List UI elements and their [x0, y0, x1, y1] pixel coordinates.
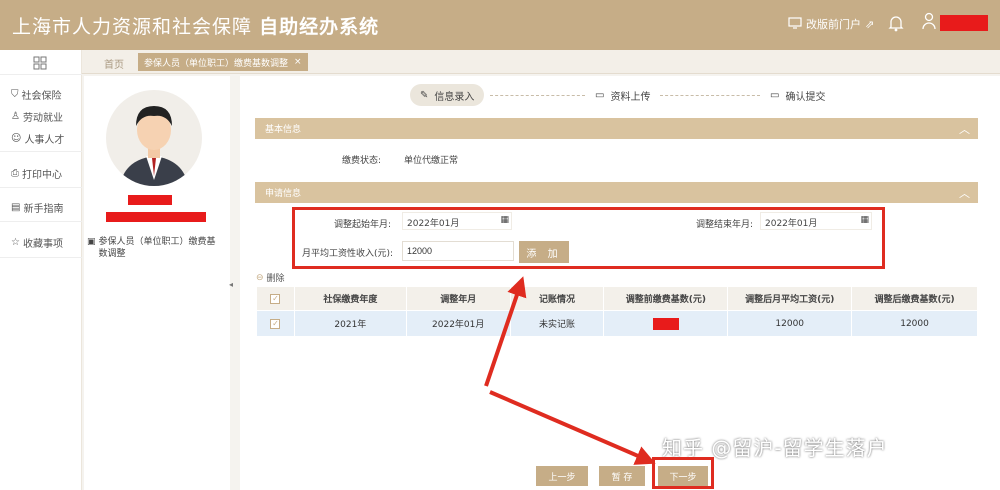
- chevron-up-icon[interactable]: ︿: [959, 121, 970, 137]
- checkbox-checked-icon[interactable]: ✓: [270, 318, 281, 329]
- worker-icon: ♙: [11, 111, 20, 122]
- highlight-annotation-box: [292, 207, 885, 269]
- sidebar-item-social-insurance[interactable]: ⛉ 社会保险: [11, 87, 62, 102]
- user-name-redacted: [940, 14, 988, 31]
- sidebar-divider: [0, 187, 82, 188]
- delete-circle-icon: ⊖: [256, 272, 264, 283]
- profile-panel: ▣ 参保人员（单位职工）缴费基数调整: [84, 76, 230, 490]
- table-cell: 2022年01月: [405, 310, 511, 337]
- chevron-up-icon[interactable]: ︿: [959, 185, 970, 201]
- basic-info-title: 基本信息: [265, 125, 302, 135]
- old-portal-label: 改版前门户: [806, 18, 861, 31]
- prev-step-button[interactable]: 上一步: [536, 466, 588, 486]
- sidebar-item-label: 人事人才: [24, 135, 65, 146]
- avatar: [106, 90, 202, 186]
- user-icon: [922, 12, 936, 33]
- step-label: 资料上传: [610, 91, 651, 103]
- step-label: 信息录入: [434, 91, 475, 103]
- delete-action[interactable]: ⊖ 删除: [256, 271, 285, 285]
- delete-label: 删除: [266, 274, 285, 284]
- app-title-bold: 自助经办系统: [259, 16, 380, 38]
- table-cell: 12000: [851, 310, 978, 337]
- save-draft-button[interactable]: 暂 存: [599, 466, 645, 486]
- tab-active-label: 参保人员（单位职工）缴费基数调整: [144, 58, 289, 69]
- sidebar-item-label: 打印中心: [22, 170, 62, 181]
- payment-status-label: 缴费状态:: [342, 156, 382, 166]
- star-icon: ☆: [11, 237, 20, 248]
- people-icon: ☺: [11, 133, 22, 144]
- column-header: 调整后月平均工资(元): [727, 286, 853, 311]
- base-before-redacted: [652, 317, 679, 330]
- sidebar-divider: [0, 257, 82, 258]
- select-all-cell[interactable]: ✓: [256, 286, 295, 311]
- grid-icon[interactable]: [33, 56, 47, 73]
- sidebar-item-guide[interactable]: ▤ 新手指南: [11, 200, 63, 215]
- step-indicator: ✎ 信息录入 ▭ 资料上传 ▭ 确认提交: [240, 84, 1000, 106]
- profile-role-text: 参保人员（单位职工）缴费基数调整: [98, 237, 216, 259]
- sidebar: ⛉ 社会保险 ♙ 劳动就业 ☺ 人事人才 ⎙ 打印中心 ▤ 新手指南 ☆ 收藏事项: [0, 50, 82, 490]
- tab-home[interactable]: 首页: [104, 56, 124, 71]
- adjust-table: ✓ 社保缴费年度 调整年月 记账情况 调整前缴费基数(元) 调整后月平均工资(元…: [256, 286, 978, 337]
- step-upload: ▭ 资料上传: [585, 84, 660, 106]
- checkbox-checked-icon[interactable]: ✓: [270, 293, 281, 304]
- app-header: 上海市人力资源和社会保障 自助经办系统 改版前门户 ⇗: [0, 0, 1000, 50]
- sidebar-item-label: 社会保险: [21, 91, 62, 102]
- sidebar-item-label: 收藏事项: [22, 239, 63, 250]
- tab-bar: 首页 参保人员（单位职工）缴费基数调整 ×: [0, 50, 1000, 74]
- column-header: 调整年月: [405, 286, 511, 311]
- shield-icon: ⛉: [11, 89, 19, 100]
- table-header-row: ✓ 社保缴费年度 调整年月 记账情况 调整前缴费基数(元) 调整后月平均工资(元…: [256, 286, 978, 311]
- edit-icon: ✎: [420, 89, 429, 101]
- document-icon: ▭: [770, 89, 780, 101]
- person-name-redacted: [128, 195, 172, 205]
- guide-icon: ▤: [11, 202, 21, 213]
- sidebar-item-favorites[interactable]: ☆ 收藏事项: [11, 235, 63, 250]
- sidebar-divider: [0, 221, 82, 222]
- next-highlight-box: [652, 457, 714, 489]
- step-connector: [490, 95, 585, 96]
- sidebar-item-employment[interactable]: ♙ 劳动就业: [11, 109, 63, 124]
- app-title: 上海市人力资源和社会保障 自助经办系统: [12, 12, 379, 39]
- table-cell: 未实记账: [509, 310, 605, 337]
- printer-icon: ⎙: [11, 168, 19, 179]
- profile-role: ▣ 参保人员（单位职工）缴费基数调整: [87, 236, 223, 260]
- table-cell: [603, 310, 729, 337]
- column-header: 调整后缴费基数(元): [851, 286, 978, 311]
- sidebar-item-label: 劳动就业: [22, 113, 63, 124]
- sidebar-item-label: 新手指南: [23, 204, 64, 215]
- step-connector: [660, 95, 760, 96]
- close-icon[interactable]: ×: [294, 57, 302, 67]
- table-cell: 12000: [727, 310, 853, 337]
- table-row[interactable]: ✓ 2021年 2022年01月 未实记账 12000 12000: [256, 310, 978, 337]
- document-icon: ▭: [595, 89, 605, 101]
- sidebar-divider: [0, 151, 82, 152]
- external-link-icon: ⇗: [865, 17, 875, 31]
- sidebar-item-print[interactable]: ⎙ 打印中心: [11, 166, 62, 181]
- column-header: 调整前缴费基数(元): [603, 286, 729, 311]
- collapse-arrow-icon[interactable]: ◂: [229, 280, 233, 289]
- step-confirm: ▭ 确认提交: [760, 84, 835, 106]
- user-menu[interactable]: [922, 12, 988, 33]
- apply-info-header[interactable]: 申请信息 ︿: [255, 182, 978, 203]
- payment-status-value: 单位代缴正常: [404, 156, 459, 166]
- bell-icon[interactable]: [888, 14, 904, 35]
- apply-info-title: 申请信息: [265, 189, 302, 199]
- old-portal-link[interactable]: 改版前门户 ⇗: [788, 14, 874, 34]
- sidebar-divider: [0, 74, 82, 75]
- row-select-cell[interactable]: ✓: [256, 310, 295, 337]
- step-label: 确认提交: [785, 91, 826, 103]
- column-header: 记账情况: [509, 286, 605, 311]
- column-header: 社保缴费年度: [293, 286, 407, 311]
- app-title-main: 上海市人力资源和社会保障: [12, 16, 253, 38]
- basic-info-header[interactable]: 基本信息 ︿: [255, 118, 978, 139]
- step-info-entry: ✎ 信息录入: [410, 84, 485, 106]
- table-cell: 2021年: [293, 310, 407, 337]
- monitor-icon: [788, 16, 802, 32]
- sidebar-item-personnel[interactable]: ☺ 人事人才: [11, 131, 64, 146]
- id-card-icon: ▣: [87, 237, 96, 247]
- tab-contribution-adjust[interactable]: 参保人员（单位职工）缴费基数调整 ×: [138, 53, 308, 71]
- person-id-redacted: [106, 212, 206, 222]
